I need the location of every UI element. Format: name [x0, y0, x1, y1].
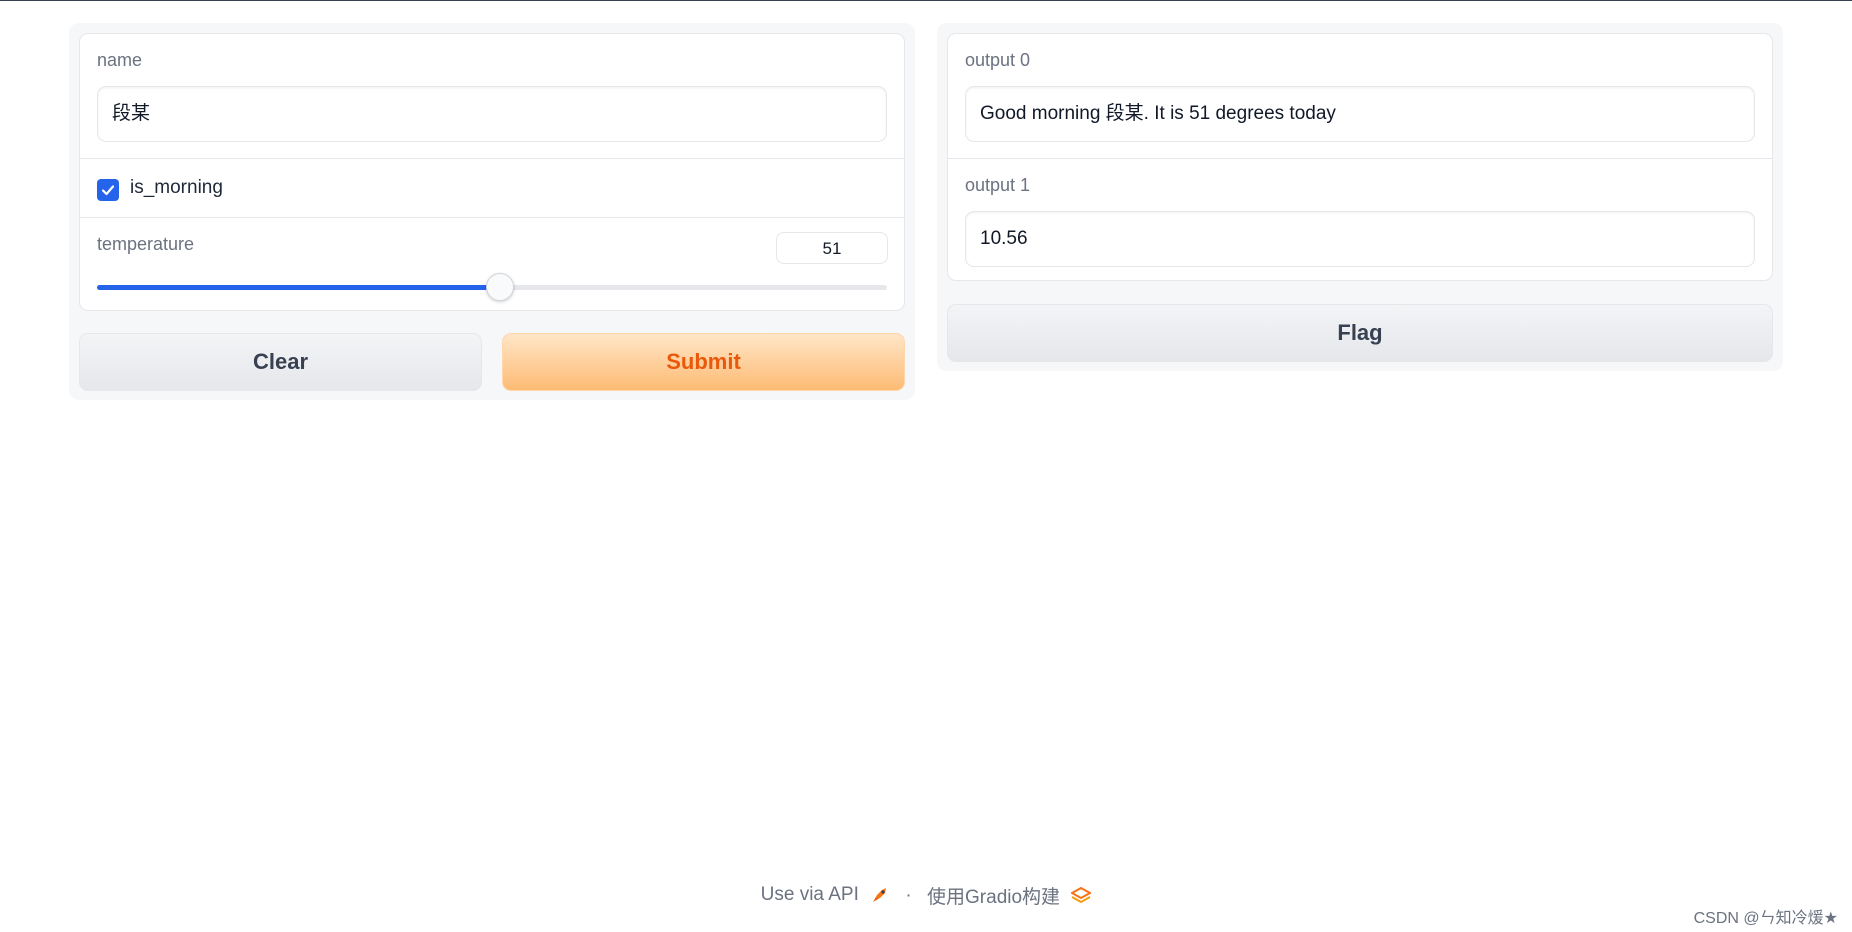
output0-block: output 0 Good morning 段某. It is 51 degre…	[948, 34, 1772, 159]
name-label: name	[97, 50, 143, 70]
gradio-link[interactable]: 使用Gradio构建	[927, 882, 1092, 909]
is-morning-block: is_morning	[80, 159, 904, 218]
temperature-slider[interactable]	[97, 273, 887, 301]
temperature-number-input[interactable]: 51	[776, 232, 888, 264]
output0-textbox[interactable]: Good morning 段某. It is 51 degrees today	[965, 86, 1755, 142]
output0-label: output 0	[965, 50, 1031, 70]
output1-block: output 1 10.56	[948, 159, 1772, 280]
temperature-block: temperature 51	[80, 218, 904, 310]
output-panel: output 0 Good morning 段某. It is 51 degre…	[937, 23, 1783, 371]
is-morning-label: is_morning	[130, 177, 223, 198]
watermark: CSDN @ㄣ知冷煖★	[1693, 910, 1838, 927]
is-morning-checkbox[interactable]	[97, 179, 119, 201]
api-link[interactable]: Use via API	[761, 884, 891, 906]
rocket-icon	[873, 888, 887, 903]
temperature-label: temperature	[97, 234, 195, 254]
flag-button[interactable]: Flag	[947, 304, 1773, 362]
output-form: output 0 Good morning 段某. It is 51 degre…	[947, 33, 1773, 281]
name-input[interactable]: 段某	[97, 86, 887, 142]
submit-button[interactable]: Submit	[502, 333, 905, 391]
footer: Use via API · 使用Gradio构建	[0, 882, 1852, 909]
slider-fill	[97, 285, 500, 290]
input-panel: name 段某 is_morning temperature 51 Clear …	[69, 23, 915, 400]
top-border	[0, 0, 1852, 1]
slider-thumb[interactable]	[485, 273, 514, 301]
input-form: name 段某 is_morning temperature 51	[79, 33, 905, 311]
footer-separator: ·	[905, 884, 912, 906]
output1-label: output 1	[965, 175, 1031, 195]
api-link-label: Use via API	[760, 884, 859, 906]
name-field-block: name 段某	[80, 34, 904, 159]
clear-button[interactable]: Clear	[79, 333, 482, 391]
gradio-link-label: 使用Gradio构建	[927, 887, 1061, 908]
check-icon	[101, 185, 115, 196]
output1-textbox[interactable]: 10.56	[965, 211, 1755, 267]
gradio-logo-icon	[1071, 886, 1092, 903]
